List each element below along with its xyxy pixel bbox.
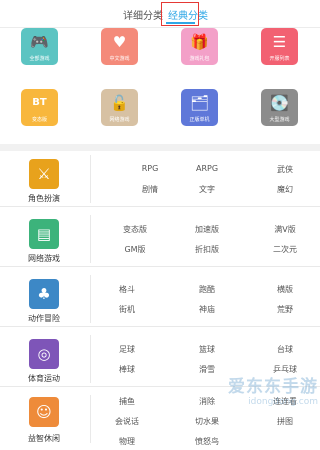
category-title[interactable]: 角色扮演 <box>16 193 72 204</box>
grid-tile-all-games[interactable]: 🎮 全部游戏 <box>21 28 58 65</box>
tag-basketball[interactable]: 篮球 <box>177 344 237 355</box>
gamepad-icon: 🎮 <box>30 33 49 51</box>
tile-label: 游戏礼包 <box>189 56 210 62</box>
bt-icon: BT <box>32 97 47 108</box>
tile-label: 大型游戏 <box>269 117 290 123</box>
grid-tile-game-gifts[interactable]: 🎁 游戏礼包 <box>181 28 218 65</box>
cat-face-icon[interactable]: ☺ <box>29 397 59 427</box>
tile-label: 中文游戏 <box>109 56 130 62</box>
tag-wilderness[interactable]: 荒野 <box>255 304 315 315</box>
tag-story[interactable]: 剧情 <box>120 184 180 195</box>
tag-angry-birds[interactable]: 愤怒鸟 <box>177 436 237 447</box>
tag-text[interactable]: 文字 <box>177 184 237 195</box>
grid-tile-online-games[interactable]: 🔓 网络游戏 <box>101 89 138 126</box>
tag-arpg[interactable]: ARPG <box>177 164 237 173</box>
category-title[interactable]: 动作冒险 <box>16 313 72 324</box>
tag-fishing[interactable]: 捕鱼 <box>97 396 157 407</box>
category-online-games: ▤ 网络游戏 变态版 加速版 满V版 GM版 折扣版 二次元 <box>0 211 320 267</box>
tag-bt-version[interactable]: 变态版 <box>105 224 165 235</box>
tile-label: 变态版 <box>31 117 47 123</box>
watermark: 爱东东手游 idongdong.com <box>218 372 318 407</box>
disk-icon: 💽 <box>270 94 289 112</box>
category-title[interactable]: 体育运动 <box>16 373 72 384</box>
gift-icon: 🎁 <box>190 33 209 51</box>
tag-temple[interactable]: 神庙 <box>177 304 237 315</box>
basketball-glyph: ◎ <box>37 345 51 363</box>
grid-tile-bt-version[interactable]: BT 变态版 <box>21 89 58 126</box>
section-gap <box>0 144 320 151</box>
tag-parkour[interactable]: 跑酷 <box>177 284 237 295</box>
category-divider <box>90 155 91 203</box>
category-role-playing: ⚔ 角色扮演 RPG ARPG 武侠 剧情 文字 魔幻 <box>0 151 320 207</box>
tag-football[interactable]: 足球 <box>97 344 157 355</box>
mushroom-icon[interactable]: ♣ <box>29 279 59 309</box>
category-title[interactable]: 益智休闲 <box>16 433 72 444</box>
tile-label: 开服列表 <box>269 56 290 62</box>
list-icon: ☰ <box>272 33 287 51</box>
tag-fantasy[interactable]: 魔幻 <box>255 184 315 195</box>
tag-rpg[interactable]: RPG <box>120 164 180 173</box>
watermark-title: 爱东东手游 <box>228 377 318 397</box>
grid-tile-large-games[interactable]: 💽 大型游戏 <box>261 89 298 126</box>
category-title[interactable]: 网络游戏 <box>16 253 72 264</box>
swords-glyph: ⚔ <box>37 165 51 183</box>
browser-icon[interactable]: ▤ <box>29 219 59 249</box>
tag-gm-version[interactable]: GM版 <box>105 244 165 255</box>
highlight-box <box>161 2 199 26</box>
heart-icon: ♥ <box>112 33 127 51</box>
browser-glyph: ▤ <box>36 225 52 243</box>
tag-physics[interactable]: 物理 <box>97 436 157 447</box>
tile-label: 全部游戏 <box>29 56 50 62</box>
swords-icon[interactable]: ⚔ <box>29 159 59 189</box>
tag-discount-version[interactable]: 折扣版 <box>177 244 237 255</box>
grid-tile-chinese-games[interactable]: ♥ 中文游戏 <box>101 28 138 65</box>
tag-side-scroller[interactable]: 横版 <box>255 284 315 295</box>
quick-access-grid: 🎮 全部游戏 ♥ 中文游戏 🎁 游戏礼包 ☰ 开服列表 BT 变态版 🔓 网络游… <box>0 28 320 144</box>
mushroom-glyph: ♣ <box>37 285 51 303</box>
tag-anime[interactable]: 二次元 <box>255 244 315 255</box>
category-divider <box>90 395 91 443</box>
tile-label: 网络游戏 <box>109 117 130 123</box>
tab-detailed-category[interactable]: 详细分类 <box>123 7 163 22</box>
unlock-icon: 🔓 <box>110 94 129 112</box>
tag-fruit-ninja[interactable]: 切水果 <box>177 416 237 427</box>
folder-icon: 🗂 <box>189 94 210 112</box>
tag-full-vip[interactable]: 满V版 <box>255 224 315 235</box>
tag-fighting[interactable]: 格斗 <box>97 284 157 295</box>
tag-arcade[interactable]: 街机 <box>97 304 157 315</box>
category-divider <box>90 335 91 383</box>
grid-tile-server-list[interactable]: ☰ 开服列表 <box>261 28 298 65</box>
category-action-adventure: ♣ 动作冒险 格斗 跑酷 横版 街机 神庙 荒野 <box>0 271 320 327</box>
tag-speed-version[interactable]: 加速版 <box>177 224 237 235</box>
top-tab-bar: 详细分类 经典分类 <box>0 0 320 28</box>
tag-wuxia[interactable]: 武侠 <box>255 164 315 175</box>
category-divider <box>90 215 91 263</box>
basketball-icon[interactable]: ◎ <box>29 339 59 369</box>
tag-jigsaw[interactable]: 拼图 <box>255 416 315 427</box>
tag-baseball[interactable]: 棒球 <box>97 364 157 375</box>
tag-talking[interactable]: 会说话 <box>97 416 157 427</box>
category-divider <box>90 275 91 323</box>
cat-face-glyph: ☺ <box>36 403 52 421</box>
grid-tile-standalone[interactable]: 🗂 正版单机 <box>181 89 218 126</box>
tile-label: 正版单机 <box>189 117 210 123</box>
watermark-url: idongdong.com <box>248 397 318 407</box>
tag-billiards[interactable]: 台球 <box>255 344 315 355</box>
